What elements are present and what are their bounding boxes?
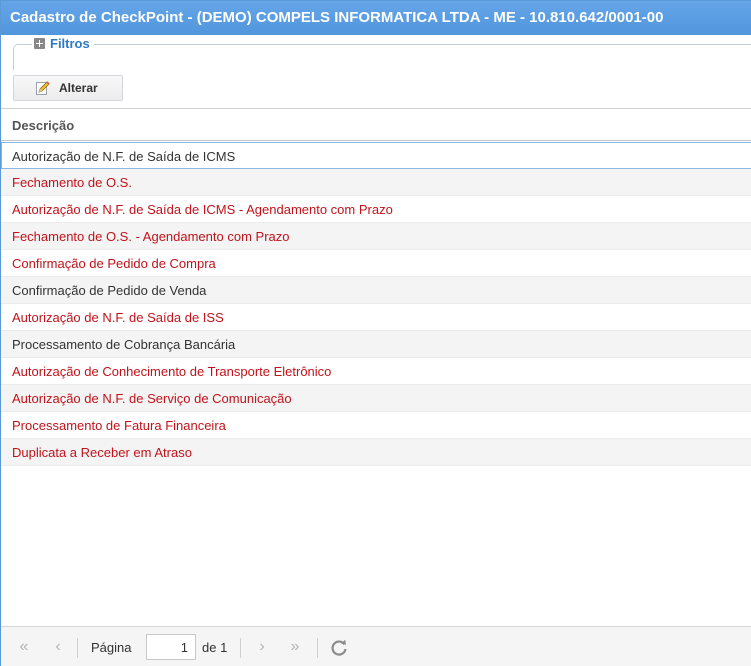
table-row[interactable]: Autorização de N.F. de Saída de ICMS xyxy=(1,142,751,169)
plus-icon[interactable] xyxy=(34,38,45,49)
grid-body: Autorização de N.F. de Saída de ICMS Fec… xyxy=(1,142,751,466)
pagination-bar: « ‹ Página de 1 › » xyxy=(1,626,751,666)
table-row[interactable]: Fechamento de O.S. xyxy=(1,169,751,196)
column-header-descricao[interactable]: Descrição xyxy=(12,118,74,133)
next-page-icon[interactable]: › xyxy=(254,639,270,655)
table-row[interactable]: Autorização de N.F. de Saída de ISS xyxy=(1,304,751,331)
pager-separator xyxy=(77,638,78,658)
pager-separator xyxy=(317,638,318,658)
prev-page-icon[interactable]: ‹ xyxy=(50,639,66,655)
filters-label: Filtros xyxy=(50,36,90,51)
grid-header: Descrição xyxy=(1,108,751,141)
table-row[interactable]: Duplicata a Receber em Atraso xyxy=(1,439,751,466)
page-label: Página xyxy=(91,640,132,655)
checkpoint-window: Cadastro de CheckPoint - (DEMO) COMPELS … xyxy=(0,0,751,666)
table-row[interactable]: Fechamento de O.S. - Agendamento com Pra… xyxy=(1,223,751,250)
table-row[interactable]: Autorização de N.F. de Saída de ICMS - A… xyxy=(1,196,751,223)
edit-pencil-icon xyxy=(36,81,50,95)
page-count-label: de 1 xyxy=(202,640,228,655)
last-page-icon[interactable]: » xyxy=(287,639,303,655)
alterar-button[interactable]: Alterar xyxy=(13,75,123,101)
refresh-icon[interactable] xyxy=(329,638,349,658)
filters-toggle[interactable]: Filtros xyxy=(32,36,94,51)
first-page-icon[interactable]: « xyxy=(16,639,32,655)
filters-panel: Filtros xyxy=(13,36,751,70)
page-number-input[interactable] xyxy=(146,634,196,660)
alterar-button-label: Alterar xyxy=(59,81,98,95)
table-row[interactable]: Autorização de N.F. de Serviço de Comuni… xyxy=(1,385,751,412)
window-title: Cadastro de CheckPoint - (DEMO) COMPELS … xyxy=(1,1,751,35)
pager-separator xyxy=(240,638,241,658)
table-row[interactable]: Processamento de Fatura Financeira xyxy=(1,412,751,439)
table-row[interactable]: Autorização de Conhecimento de Transport… xyxy=(1,358,751,385)
table-row[interactable]: Processamento de Cobrança Bancária xyxy=(1,331,751,358)
table-row[interactable]: Confirmação de Pedido de Compra xyxy=(1,250,751,277)
table-row[interactable]: Confirmação de Pedido de Venda xyxy=(1,277,751,304)
